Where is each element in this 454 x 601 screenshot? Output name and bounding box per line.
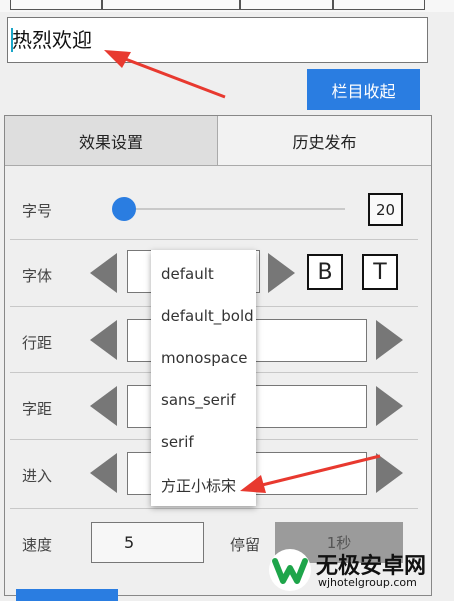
- font-next-arrow-icon[interactable]: [268, 253, 295, 293]
- font-size-slider-knob[interactable]: [112, 197, 136, 221]
- enter-next-arrow-icon[interactable]: [376, 453, 403, 493]
- font-option-default[interactable]: default: [161, 265, 214, 283]
- watermark-url: wjhotelgroup.com: [318, 576, 417, 589]
- collapse-button[interactable]: 栏目收起: [307, 69, 420, 110]
- marquee-text-value: 热烈欢迎: [12, 28, 92, 52]
- font-prev-arrow-icon[interactable]: [90, 253, 117, 293]
- tab-effects-settings[interactable]: 效果设置: [5, 116, 218, 166]
- stay-label: 停留: [230, 536, 261, 554]
- divider: [10, 508, 418, 509]
- speed-value: 5: [124, 533, 135, 552]
- speed-input[interactable]: 5: [91, 522, 204, 563]
- font-option-fangzheng[interactable]: 方正小标宋: [161, 475, 236, 496]
- text-style-icon[interactable]: T: [362, 254, 398, 290]
- enter-effect-label: 进入: [22, 467, 53, 485]
- divider: [10, 239, 418, 240]
- letter-spacing-prev-arrow-icon[interactable]: [90, 386, 117, 426]
- letter-spacing-label: 字距: [22, 400, 53, 418]
- bold-icon[interactable]: B: [307, 254, 343, 290]
- tab-history-publish[interactable]: 历史发布: [218, 116, 431, 166]
- toolbar-button[interactable]: [240, 0, 333, 10]
- top-toolbar: [0, 0, 454, 12]
- font-size-slider-track[interactable]: [113, 208, 345, 210]
- line-spacing-label: 行距: [22, 334, 53, 352]
- font-size-label: 字号: [22, 202, 53, 220]
- text-caret: [11, 28, 13, 52]
- toolbar-button[interactable]: [10, 0, 102, 10]
- line-spacing-next-arrow-icon[interactable]: [376, 320, 403, 360]
- bottom-action-button[interactable]: [16, 589, 118, 601]
- toolbar-button[interactable]: [102, 0, 240, 10]
- toolbar-button[interactable]: [333, 0, 425, 10]
- enter-prev-arrow-icon[interactable]: [90, 453, 117, 493]
- font-option-serif[interactable]: serif: [161, 433, 194, 451]
- font-option-sans-serif[interactable]: sans_serif: [161, 391, 236, 409]
- watermark: 无极安卓网 wjhotelgroup.com: [268, 544, 454, 596]
- font-option-monospace[interactable]: monospace: [161, 349, 247, 367]
- line-spacing-prev-arrow-icon[interactable]: [90, 320, 117, 360]
- font-dropdown-menu: default default_bold monospace sans_seri…: [151, 250, 256, 506]
- watermark-logo-icon: [269, 549, 311, 591]
- marquee-text-input[interactable]: 热烈欢迎: [7, 17, 428, 63]
- font-option-default-bold[interactable]: default_bold: [161, 307, 254, 325]
- speed-label: 速度: [22, 536, 53, 554]
- letter-spacing-next-arrow-icon[interactable]: [376, 386, 403, 426]
- font-label: 字体: [22, 267, 53, 285]
- font-size-value: 20: [368, 193, 403, 226]
